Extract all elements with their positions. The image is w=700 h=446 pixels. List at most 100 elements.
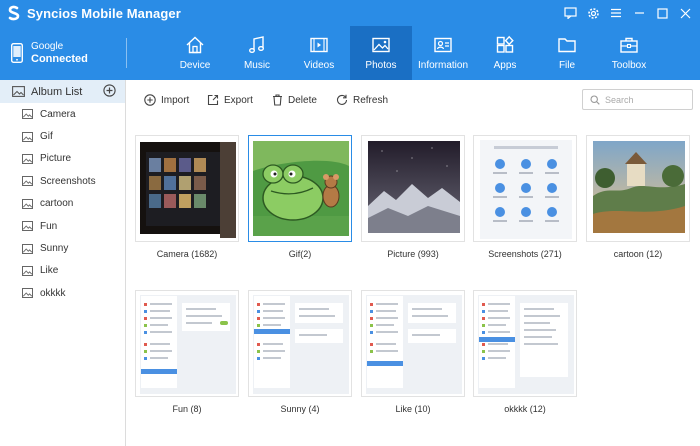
album-card-label: okkkk (12)	[504, 404, 546, 414]
sidebar-item-label: okkkk	[40, 287, 66, 299]
album-icon	[12, 86, 25, 97]
syncios-logo-icon	[6, 5, 22, 21]
album-thumbnail[interactable]	[135, 135, 239, 242]
album-icon	[22, 265, 33, 276]
add-album-icon[interactable]	[103, 84, 116, 97]
tab-videos-label: Videos	[303, 60, 335, 71]
video-icon	[310, 37, 328, 53]
tab-apps-label: Apps	[493, 60, 517, 71]
album-thumbnail[interactable]	[473, 135, 577, 242]
import-label: Import	[161, 94, 190, 106]
sidebar-item-label: Screenshots	[40, 175, 96, 187]
album-card-label: Screenshots (271)	[488, 249, 562, 259]
tab-information[interactable]: Information	[412, 26, 474, 80]
refresh-label: Refresh	[353, 94, 389, 106]
sidebar-item-label: Sunny	[40, 243, 69, 255]
album-card-sunny[interactable]: Sunny (4)	[248, 290, 352, 414]
top-nav: Google Connected Device Music Videos Pho…	[0, 26, 700, 80]
minimize-icon[interactable]	[628, 0, 650, 26]
delete-button[interactable]: Delete	[272, 93, 317, 107]
album-icon	[22, 243, 33, 254]
album-card-label: Camera (1682)	[156, 249, 218, 259]
album-list-title: Album List	[31, 85, 83, 98]
device-name: Google	[31, 41, 64, 52]
trash-icon	[273, 94, 282, 106]
sidebar-item-label: cartoon	[40, 198, 74, 210]
sidebar-item-label: Like	[40, 265, 59, 277]
album-card-like[interactable]: Like (10)	[361, 290, 465, 414]
sidebar-item-sunny[interactable]: Sunny	[0, 237, 125, 259]
sidebar-item-camera[interactable]: Camera	[0, 103, 125, 125]
export-icon	[207, 94, 219, 106]
tab-videos[interactable]: Videos	[288, 26, 350, 80]
album-card-okkkk[interactable]: okkkk (12)	[473, 290, 577, 414]
album-card-camera[interactable]: Camera (1682)	[135, 135, 239, 259]
tab-device[interactable]: Device	[164, 26, 226, 80]
tab-photos[interactable]: Photos	[350, 26, 412, 80]
album-icon	[22, 198, 33, 209]
maximize-icon[interactable]	[651, 0, 673, 26]
device-status: Connected	[31, 53, 88, 65]
toolbox-icon	[620, 37, 638, 53]
album-card-label: Sunny (4)	[280, 404, 320, 414]
album-grid: Camera (1682) Gif(2) Picture (993) Scree…	[127, 120, 700, 446]
phone-icon	[11, 43, 23, 63]
sidebar-item-gif[interactable]: Gif	[0, 125, 125, 147]
sidebar-item-label: Camera	[40, 108, 76, 120]
album-card-label: cartoon (12)	[613, 249, 663, 259]
menu-icon[interactable]	[605, 0, 627, 26]
tab-apps[interactable]: Apps	[474, 26, 536, 80]
album-sidebar: Album List Camera Gif Picture Screenshot…	[0, 80, 126, 446]
album-thumbnail[interactable]	[473, 290, 577, 397]
apps-icon	[496, 35, 514, 53]
search-icon	[590, 94, 600, 105]
tab-file-label: File	[558, 60, 576, 71]
contact-card-icon	[434, 37, 452, 53]
tab-toolbox[interactable]: Toolbox	[598, 26, 660, 80]
refresh-icon	[336, 94, 348, 105]
tab-file[interactable]: File	[536, 26, 598, 80]
music-icon	[249, 36, 264, 53]
sidebar-item-okkkk[interactable]: okkkk	[0, 282, 125, 304]
tab-photos-label: Photos	[365, 60, 397, 71]
tab-device-label: Device	[179, 60, 211, 71]
sidebar-item-like[interactable]: Like	[0, 260, 125, 282]
album-icon	[22, 153, 33, 164]
album-thumbnail[interactable]	[135, 290, 239, 397]
tab-music[interactable]: Music	[226, 26, 288, 80]
search-box[interactable]	[582, 89, 693, 110]
refresh-button[interactable]: Refresh	[336, 93, 388, 107]
album-thumbnail[interactable]	[248, 135, 352, 242]
message-icon[interactable]	[559, 0, 581, 26]
album-card-cartoon[interactable]: cartoon (12)	[586, 135, 690, 259]
album-card-label: Gif(2)	[288, 249, 312, 259]
album-card-label: Fun (8)	[172, 404, 202, 414]
device-panel[interactable]: Google Connected	[0, 26, 126, 80]
app-title: Syncios Mobile Manager	[27, 5, 181, 21]
sidebar-item-label: Fun	[40, 220, 58, 232]
sidebar-item-label: Gif	[40, 131, 53, 143]
album-card-picture[interactable]: Picture (993)	[361, 135, 465, 259]
album-card-label: Picture (993)	[387, 249, 439, 259]
sidebar-item-cartoon[interactable]: cartoon	[0, 193, 125, 215]
album-thumbnail[interactable]	[248, 290, 352, 397]
album-thumbnail[interactable]	[586, 135, 690, 242]
album-thumbnail[interactable]	[361, 135, 465, 242]
search-input[interactable]	[605, 94, 685, 105]
export-button[interactable]: Export	[207, 93, 253, 107]
album-card-screenshots[interactable]: Screenshots (271)	[473, 135, 577, 259]
close-icon[interactable]	[674, 0, 696, 26]
album-card-gif[interactable]: Gif(2)	[248, 135, 352, 259]
album-icon	[22, 131, 33, 142]
album-list-header[interactable]: Album List	[0, 80, 125, 103]
tab-music-label: Music	[243, 60, 271, 71]
sidebar-item-screenshots[interactable]: Screenshots	[0, 170, 125, 192]
settings-icon[interactable]	[582, 0, 604, 26]
sidebar-item-picture[interactable]: Picture	[0, 148, 125, 170]
album-card-fun[interactable]: Fun (8)	[135, 290, 239, 414]
album-icon	[22, 221, 33, 232]
import-button[interactable]: Import	[144, 93, 189, 107]
sidebar-item-fun[interactable]: Fun	[0, 215, 125, 237]
album-thumbnail[interactable]	[361, 290, 465, 397]
album-icon	[22, 176, 33, 187]
